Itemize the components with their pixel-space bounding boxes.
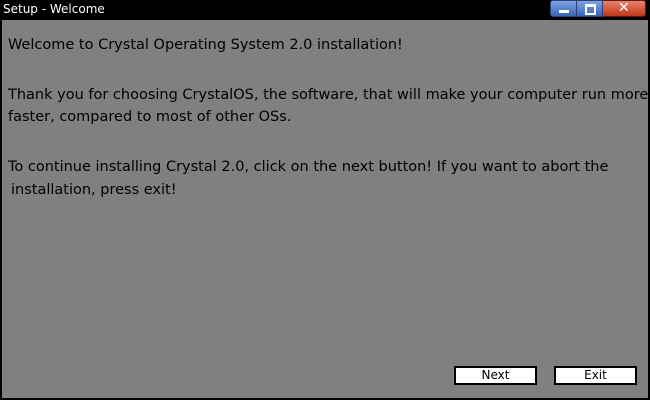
instruction-text-line-2: installation, press exit! [11,182,177,198]
exit-button[interactable]: Exit [554,366,637,385]
intro-text-line-2: faster, compared to most of other OSs. [8,109,292,125]
maximize-button[interactable] [577,0,603,17]
next-button[interactable]: Next [454,366,537,385]
close-button[interactable]: ✕ [603,0,646,17]
intro-text-line-1: Thank you for choosing CrystalOS, the so… [8,87,649,103]
minimize-icon [559,10,569,13]
minimize-button[interactable] [550,0,577,17]
instruction-text-line-1: To continue installing Crystal 2.0, clic… [8,159,609,175]
maximize-icon [585,4,596,15]
welcome-heading: Welcome to Crystal Operating System 2.0 … [8,37,403,53]
title-bar[interactable]: Setup - Welcome ✕ [0,0,650,19]
close-icon: ✕ [618,0,630,16]
setup-window: Setup - Welcome ✕ Welcome to Crystal Ope… [0,0,650,400]
content-area: Welcome to Crystal Operating System 2.0 … [2,20,648,398]
window-title: Setup - Welcome [3,2,105,16]
window-controls: ✕ [550,0,646,18]
